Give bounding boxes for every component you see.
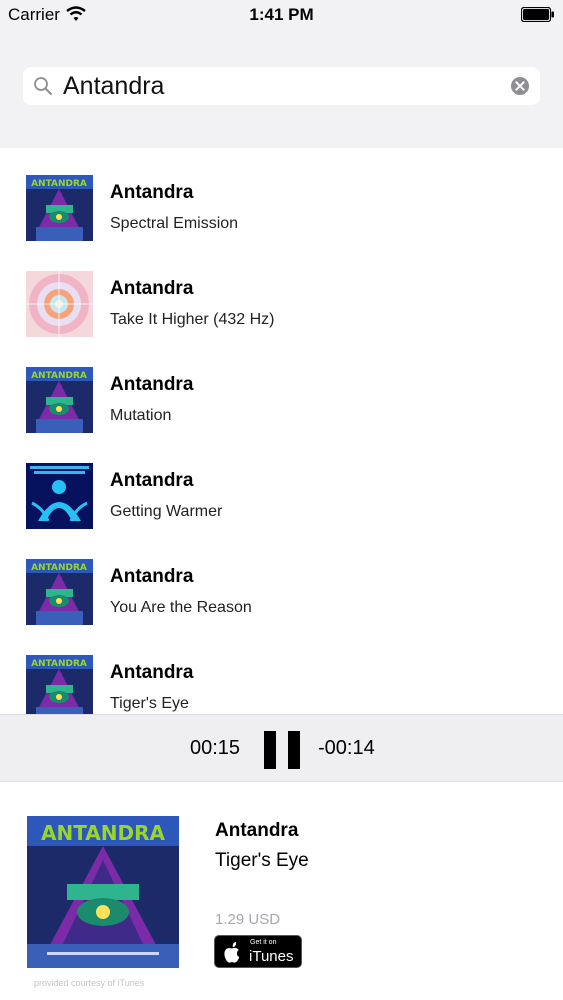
remaining-time: -00:14 bbox=[318, 737, 375, 759]
album-cover: ANTANDRA bbox=[27, 816, 179, 968]
search-input[interactable]: Antandra bbox=[63, 72, 164, 101]
result-artist: Antandra bbox=[110, 662, 194, 683]
svg-text:ANTANDRA: ANTANDRA bbox=[31, 659, 87, 669]
result-artist: Antandra bbox=[110, 278, 194, 299]
search-field[interactable]: Antandra bbox=[23, 67, 540, 105]
search-icon bbox=[34, 77, 52, 95]
now-playing-panel: ANTANDRA Antandra Tiger's Eye 1.29 USD G… bbox=[0, 783, 563, 1000]
result-artist: Antandra bbox=[110, 182, 194, 203]
now-playing-title: Tiger's Eye bbox=[215, 850, 309, 871]
itunes-store-button[interactable]: Get it on iTunes bbox=[214, 935, 302, 968]
result-title: Spectral Emission bbox=[110, 215, 239, 232]
search-area: Antandra bbox=[0, 28, 563, 148]
result-title: You Are the Reason bbox=[110, 599, 252, 616]
list-item[interactable]: ANTANDRA Antandra Tiger's Eye bbox=[0, 628, 563, 714]
results-list[interactable]: ANTANDRA Antandra Spectral Emission Anta… bbox=[0, 148, 563, 714]
list-item[interactable]: ANTANDRA Antandra Mutation bbox=[0, 340, 563, 436]
album-art: ANTANDRA bbox=[26, 175, 93, 241]
pause-icon bbox=[264, 731, 276, 769]
result-title: Mutation bbox=[110, 407, 172, 424]
list-item[interactable]: ANTANDRA Antandra You Are the Reason bbox=[0, 532, 563, 628]
courtesy-text: provided courtesy of iTunes bbox=[34, 978, 145, 988]
elapsed-time: 00:15 bbox=[190, 737, 241, 759]
result-title: Getting Warmer bbox=[110, 503, 223, 520]
battery-icon bbox=[521, 7, 554, 22]
album-art bbox=[26, 271, 93, 337]
svg-text:ANTANDRA: ANTANDRA bbox=[31, 179, 87, 189]
badge-big-text: iTunes bbox=[249, 948, 294, 965]
now-playing-artist: Antandra bbox=[215, 820, 299, 841]
apple-icon bbox=[224, 942, 240, 963]
clear-icon[interactable] bbox=[510, 76, 530, 96]
result-artist: Antandra bbox=[110, 470, 194, 491]
status-time: 1:41 PM bbox=[249, 5, 314, 24]
result-title: Take It Higher (432 Hz) bbox=[110, 311, 275, 328]
badge-small-text: Get it on bbox=[250, 939, 277, 946]
svg-text:ANTANDRA: ANTANDRA bbox=[41, 821, 166, 845]
svg-text:ANTANDRA: ANTANDRA bbox=[31, 563, 87, 573]
player-controls: 00:15 -00:14 bbox=[0, 714, 563, 782]
album-art: ANTANDRA bbox=[26, 655, 93, 714]
result-artist: Antandra bbox=[110, 566, 194, 587]
album-art bbox=[26, 463, 93, 529]
list-item[interactable]: Antandra Take It Higher (432 Hz) bbox=[0, 244, 563, 340]
pause-button[interactable] bbox=[264, 731, 300, 769]
album-art: ANTANDRA bbox=[26, 559, 93, 625]
album-art: ANTANDRA bbox=[26, 367, 93, 433]
result-artist: Antandra bbox=[110, 374, 194, 395]
list-item[interactable]: ANTANDRA Antandra Spectral Emission bbox=[0, 148, 563, 244]
price-label: 1.29 USD bbox=[215, 911, 281, 928]
list-item[interactable]: Antandra Getting Warmer bbox=[0, 436, 563, 532]
status-bar: Carrier 1:41 PM bbox=[0, 0, 563, 28]
result-title: Tiger's Eye bbox=[110, 695, 189, 712]
svg-text:ANTANDRA: ANTANDRA bbox=[31, 371, 87, 381]
